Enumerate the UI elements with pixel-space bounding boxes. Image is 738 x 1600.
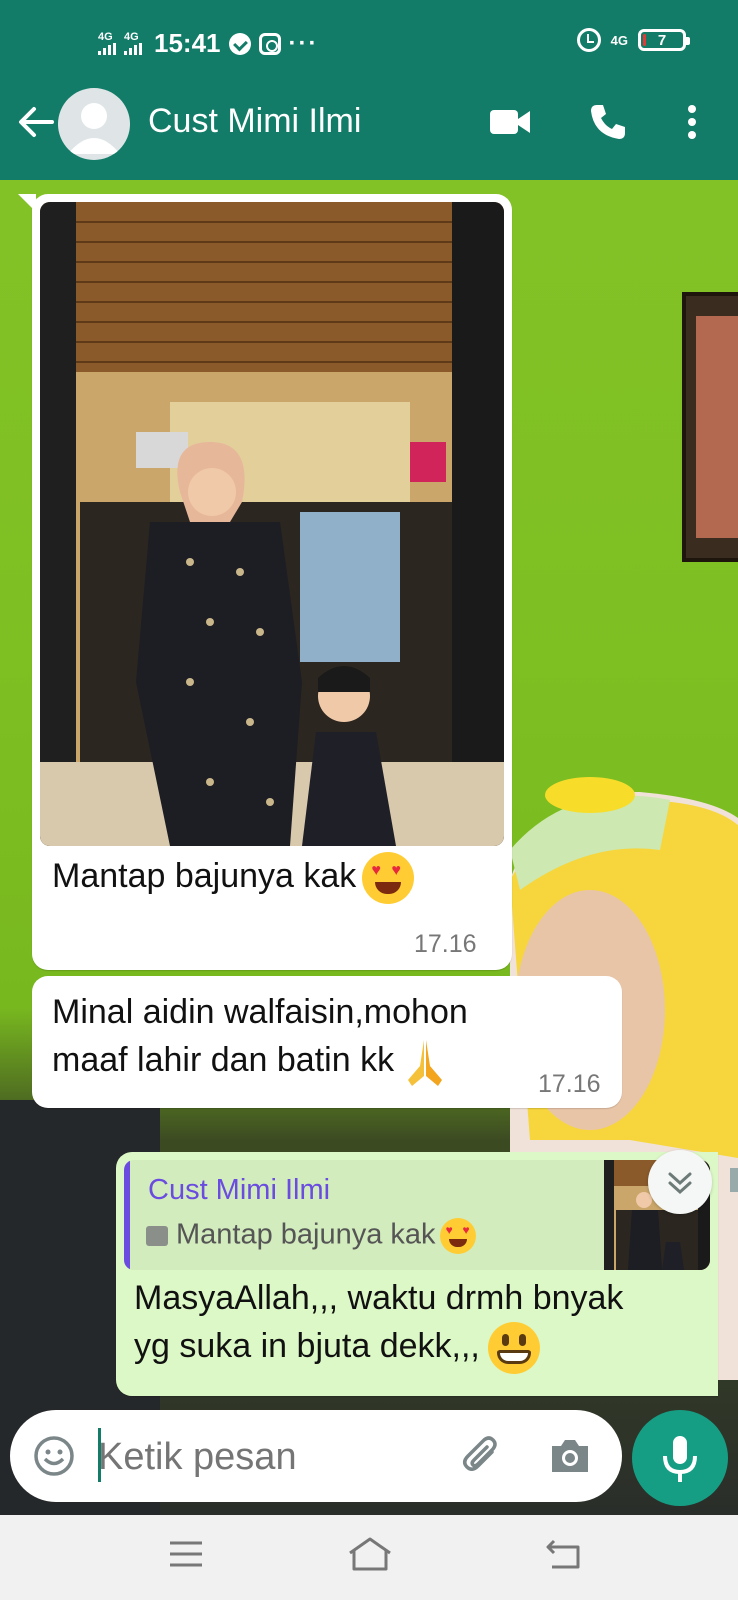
more-notifications: ··· <box>288 29 319 57</box>
more-vertical-icon[interactable] <box>680 102 704 142</box>
message-line-2: yg suka in bjuta dekk,,, <box>134 1322 704 1375</box>
message-line-1: MasyaAllah,,, waktu drmh bnyak <box>134 1279 624 1317</box>
side-handle <box>730 1168 738 1192</box>
microphone-button[interactable] <box>632 1410 728 1506</box>
photo-scene <box>40 202 504 846</box>
message-photo[interactable] <box>40 202 504 846</box>
arrow-left-icon[interactable] <box>16 102 56 142</box>
phone-icon[interactable] <box>588 102 628 142</box>
app-bar: Cust Mimi Ilmi <box>0 84 738 160</box>
message-outgoing-reply[interactable]: Cust Mimi Ilmi Mantap bajunya kak ♥ ♥ Masy… <box>116 1152 718 1396</box>
heart-eyes-emoji-icon: ♥ ♥ <box>439 1218 476 1254</box>
quote-accent-bar <box>124 1160 130 1270</box>
quoted-message[interactable]: Cust Mimi Ilmi Mantap bajunya kak ♥ ♥ <box>124 1160 710 1270</box>
message-text: Minal aidin walfaisin,mohon maaf lahir d… <box>52 988 612 1088</box>
folded-hands-emoji-icon <box>408 1040 443 1087</box>
instagram-icon <box>258 32 281 55</box>
video-call-icon[interactable] <box>488 106 532 138</box>
alarm-icon <box>576 28 601 52</box>
message-text: MasyaAllah,,, waktu drmh bnyak yg suka i… <box>134 1274 704 1375</box>
quote-sender-name: Cust Mimi Ilmi <box>148 1174 331 1206</box>
chat-header: 4G 4G 15:41 ··· 4G 7 Cust Mimi Ilmi <box>0 0 738 180</box>
back-nav-icon[interactable] <box>544 1537 582 1571</box>
recent-apps-icon[interactable] <box>168 1539 204 1569</box>
message-time: 17.16 <box>538 1070 601 1098</box>
paperclip-icon[interactable] <box>458 1432 506 1480</box>
avatar[interactable] <box>58 88 130 160</box>
double-chevron-down-icon <box>668 1172 692 1195</box>
scroll-to-bottom-button[interactable] <box>648 1150 712 1214</box>
emoji-icon[interactable] <box>32 1434 76 1478</box>
microphone-icon <box>663 1436 697 1482</box>
message-line-1: Minal aidin walfaisin,mohon <box>52 993 468 1031</box>
battery-icon: 7 <box>638 29 690 51</box>
chat-wallpaper: Mantap bajunya kak ♥ ♥ 17.16 Minal aidin w… <box>0 180 738 1515</box>
message-time: 17.16 <box>414 930 477 958</box>
camera-icon[interactable] <box>548 1434 592 1478</box>
message-composer <box>10 1410 622 1502</box>
check-circle-icon <box>228 32 251 55</box>
wallpaper-picture-frame <box>682 292 738 562</box>
home-icon[interactable] <box>346 1535 394 1573</box>
default-avatar-icon <box>68 103 120 154</box>
system-navigation-bar <box>0 1515 738 1600</box>
contact-name[interactable]: Cust Mimi Ilmi <box>148 102 361 141</box>
message-incoming-text[interactable]: Minal aidin walfaisin,mohon maaf lahir d… <box>32 976 622 1108</box>
signal-icon-2: 4G <box>124 32 142 55</box>
clock: 15:41 <box>154 28 221 58</box>
heart-eyes-emoji-icon: ♥ ♥ <box>362 852 415 905</box>
signal-icon-1: 4G <box>98 32 116 55</box>
message-line-2: maaf lahir dan batin kk <box>52 1036 612 1088</box>
message-input[interactable] <box>98 1428 428 1486</box>
battery-level: 7 <box>657 31 667 49</box>
bubble-tail <box>18 194 36 212</box>
status-bar: 4G 4G 15:41 ··· 4G 7 <box>0 22 738 62</box>
quote-text: Mantap bajunya kak ♥ ♥ <box>176 1218 476 1254</box>
photo-icon <box>146 1226 168 1246</box>
message-incoming-image[interactable]: Mantap bajunya kak ♥ ♥ 17.16 <box>18 194 512 970</box>
message-caption: Mantap bajunya kak ♥ ♥ <box>52 852 415 905</box>
grinning-face-emoji-icon <box>487 1322 540 1375</box>
network-label: 4G <box>610 32 628 48</box>
battery-fill <box>643 34 646 46</box>
